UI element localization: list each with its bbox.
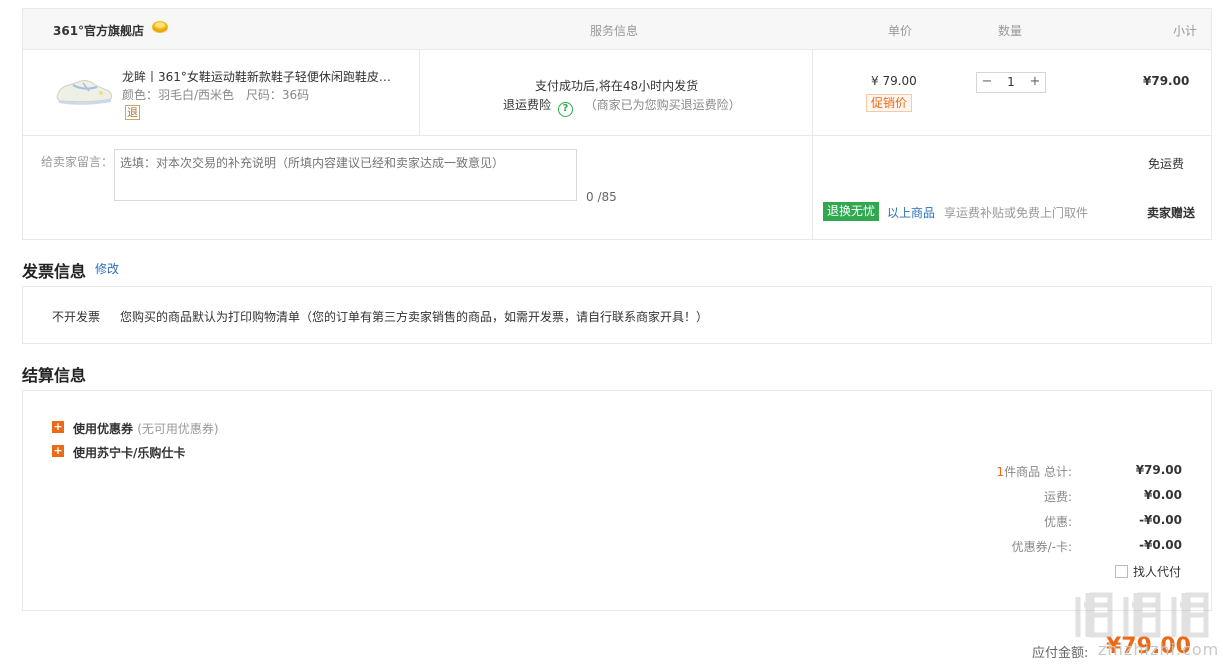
item-count: 1: [996, 465, 1005, 479]
watermark-text: zhizhizhi.com: [1098, 640, 1220, 659]
product-title-link[interactable]: 龙眸丨361°女鞋运动鞋新款鞋子轻便休闲跑鞋皮面...: [122, 68, 402, 85]
expand-plus-icon[interactable]: +: [52, 445, 64, 457]
increase-quantity-button[interactable]: +: [1025, 73, 1045, 92]
column-unit-price: 单价: [888, 24, 913, 38]
invoice-section-title: 发票信息: [22, 262, 87, 281]
discount-label: 优惠:: [1043, 515, 1072, 529]
use-gift-card-option[interactable]: 使用苏宁卡/乐购仕卡: [73, 444, 185, 461]
discount-value: -¥0.00: [1139, 513, 1182, 527]
store-name[interactable]: 361°官方旗舰店: [53, 22, 144, 39]
coupon-card-value: -¥0.00: [1139, 538, 1182, 552]
freight-value: ¥0.00: [1144, 488, 1182, 502]
order-table: 361°官方旗舰店 服务信息 单价 数量 小计 龙眸丨361°女鞋运动鞋新款鞋子…: [22, 8, 1212, 240]
column-service: 服务信息: [590, 24, 639, 38]
help-question-icon[interactable]: ?: [557, 102, 573, 117]
divider: [419, 50, 420, 136]
shipping-promise: 支付成功后,将在48小时内发货: [535, 79, 699, 93]
above-goods-link[interactable]: 以上商品: [887, 204, 935, 221]
divider: [23, 135, 1211, 136]
invoice-description: 您购买的商品默认为打印购物清单（您的订单有第三方卖家销售的商品，如需开发票，请自…: [120, 310, 709, 324]
freight-label: 运费:: [1043, 490, 1072, 504]
proxy-pay-option[interactable]: 找人代付: [1115, 563, 1181, 580]
seller-message-input[interactable]: [114, 149, 577, 201]
worry-free-return-badge: 退换无忧: [823, 202, 880, 221]
unit-price: ¥ 79.00: [871, 74, 917, 88]
product-size: 尺码：36码: [245, 88, 310, 102]
product-color: 颜色：羽毛白/西米色: [122, 88, 235, 102]
seller-message-label: 给卖家留言：: [41, 155, 114, 169]
settlement-panel: + 使用优惠券 (无可用优惠券) + 使用苏宁卡/乐购仕卡 1件商品 总计: ¥…: [22, 390, 1212, 611]
column-subtotal: 小计: [1173, 24, 1198, 38]
product-attributes: 颜色：羽毛白/西米色 尺码：36码: [122, 86, 317, 103]
invoice-type: 不开发票: [52, 310, 101, 324]
proxy-pay-label: 找人代付: [1133, 565, 1182, 579]
seller-gift-label: 卖家赠送: [1147, 206, 1196, 220]
promo-price-badge: 促销价: [866, 94, 913, 112]
free-shipping-label: 免运费: [1148, 157, 1185, 171]
invoice-panel: 不开发票 您购买的商品默认为打印购物清单（您的订单有第三方卖家销售的商品，如需开…: [22, 286, 1212, 344]
item-subtotal: ¥79.00: [1143, 74, 1190, 88]
item-count-suffix: 件商品 总计:: [1004, 465, 1072, 479]
column-quantity: 数量: [998, 24, 1023, 38]
quantity-stepper: − 1 +: [976, 72, 1046, 93]
proxy-pay-checkbox[interactable]: [1115, 565, 1128, 578]
invoice-edit-link[interactable]: 修改: [95, 260, 119, 277]
decrease-quantity-button[interactable]: −: [977, 73, 997, 92]
message-char-count: 0 /85: [586, 190, 617, 204]
return-insurance-label: 退运费险: [503, 98, 552, 112]
no-coupon-note: (无可用优惠券): [137, 422, 219, 436]
goods-total: ¥79.00: [1135, 463, 1182, 477]
order-table-header: 361°官方旗舰店 服务信息 单价 数量 小计: [23, 9, 1211, 50]
shipping-subsidy-note: 享运费补贴或免费上门取件: [944, 206, 1089, 220]
store-badge-icon: [152, 21, 168, 33]
use-coupon-option[interactable]: 使用优惠券 (无可用优惠券): [73, 420, 219, 437]
divider: [812, 50, 813, 240]
item-count-total-label: 1件商品 总计:: [997, 463, 1073, 480]
quantity-value[interactable]: 1: [997, 73, 1025, 92]
expand-plus-icon[interactable]: +: [52, 421, 64, 433]
use-coupon-label: 使用优惠券: [73, 422, 134, 436]
coupon-card-label: 优惠券/-卡:: [1011, 540, 1072, 554]
return-insurance-info: 退运费险 ? （商家已为您购买退运费险）: [503, 96, 741, 117]
settlement-section-title: 结算信息: [22, 366, 87, 385]
product-thumbnail[interactable]: [53, 69, 115, 109]
return-service-badge: 退: [125, 105, 140, 120]
return-insurance-note: （商家已为您购买退运费险）: [584, 98, 741, 112]
